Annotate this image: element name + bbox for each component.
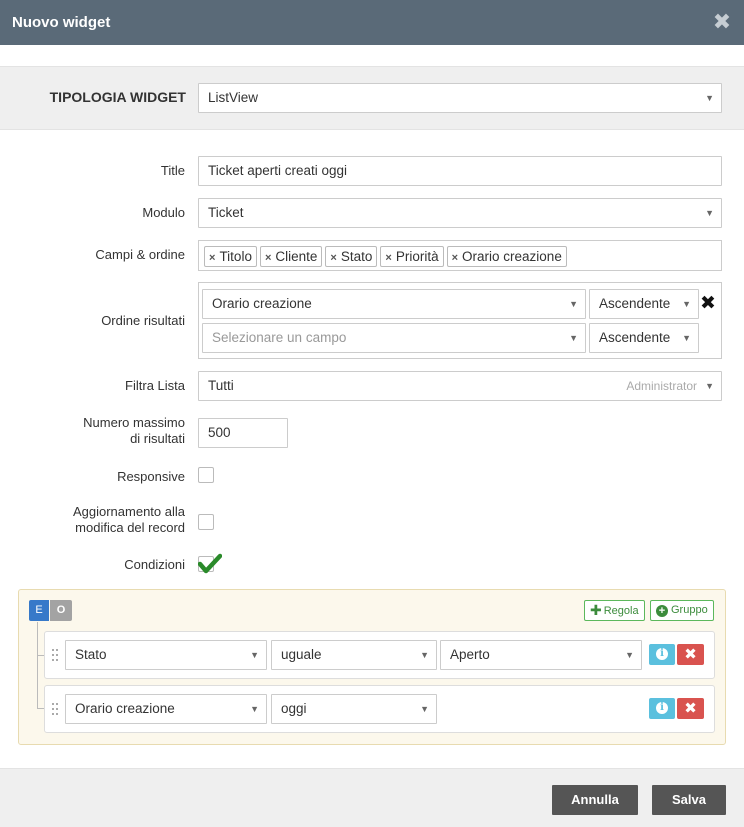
checkmark-icon (198, 553, 222, 574)
caret-down-icon: ▼ (682, 299, 691, 309)
rule-field-select[interactable]: Orario creazione ▼ (65, 694, 267, 724)
title-label: Title (160, 163, 185, 178)
tree-line (37, 622, 38, 708)
order-field-select-1[interactable]: Orario creazione ▼ (202, 289, 586, 319)
field-tag[interactable]: × Titolo (204, 246, 257, 267)
conditions-label: Condizioni (124, 557, 185, 572)
or-toggle-button[interactable]: O (50, 600, 72, 621)
info-icon: i (656, 702, 668, 714)
caret-down-icon: ▼ (705, 208, 714, 218)
caret-down-icon: ▼ (250, 650, 259, 660)
caret-down-icon: ▼ (420, 650, 429, 660)
widget-type-select[interactable]: ListView ▼ (198, 83, 722, 113)
field-tag[interactable]: × Cliente (259, 246, 323, 267)
and-toggle-button[interactable]: E (29, 600, 49, 621)
filter-label: Filtra Lista (125, 378, 185, 393)
caret-down-icon: ▼ (682, 333, 691, 343)
field-tag[interactable]: × Priorità (380, 246, 444, 267)
widget-type-label: TIPOLOGIA WIDGET (49, 89, 186, 105)
field-tag[interactable]: × Orario creazione (446, 246, 567, 267)
dialog-header: Nuovo widget ✖ (0, 0, 744, 45)
caret-down-icon: ▼ (705, 93, 714, 103)
title-input[interactable]: Ticket aperti creati oggi (198, 156, 722, 186)
caret-down-icon: ▼ (705, 381, 714, 391)
add-rule-button[interactable]: ✚ Regola (584, 600, 645, 621)
dialog-title: Nuovo widget (12, 14, 111, 31)
fields-tag-input[interactable]: × Titolo × Cliente × Stato × Priorità × Orario cr… (198, 240, 722, 271)
module-label: Modulo (142, 205, 185, 220)
order-direction-select-2[interactable]: Ascendente ▼ (589, 323, 699, 353)
order-label: Ordine risultati (101, 313, 185, 328)
x-icon[interactable]: × (385, 252, 391, 264)
save-button[interactable]: Salva (652, 785, 726, 815)
rule-field-select[interactable]: Stato ▼ (65, 640, 267, 670)
fields-label: Campi & ordine (95, 247, 185, 262)
rule-delete-button[interactable]: ✖ (677, 698, 704, 719)
plus-icon: + (656, 605, 668, 617)
rule-operator-select[interactable]: oggi ▼ (271, 694, 437, 724)
caret-down-icon: ▼ (569, 333, 578, 343)
info-icon: i (656, 648, 668, 660)
caret-down-icon: ▼ (420, 704, 429, 714)
rule-info-button[interactable]: i (649, 644, 675, 665)
module-value: Ticket (208, 205, 244, 220)
rule-value-select[interactable]: Aperto ▼ (440, 640, 642, 670)
filter-owner-hint: Administrator (626, 379, 697, 393)
update-on-edit-checkbox[interactable] (198, 514, 214, 530)
widget-type-value: ListView (208, 90, 259, 105)
x-icon[interactable]: × (330, 252, 336, 264)
x-icon: ✖ (684, 646, 697, 663)
drag-handle-icon[interactable] (52, 649, 60, 663)
title-input-value: Ticket aperti creati oggi (208, 163, 348, 178)
x-icon[interactable]: × (265, 252, 271, 264)
max-results-label: Numero massimo di risultati (83, 415, 185, 446)
caret-down-icon: ▼ (250, 704, 259, 714)
drag-handle-icon[interactable] (52, 703, 60, 717)
close-icon[interactable]: ✖ (712, 11, 732, 33)
field-tag[interactable]: × Stato (325, 246, 378, 267)
responsive-label: Responsive (117, 469, 185, 484)
plus-icon: ✚ (590, 602, 602, 618)
max-results-input[interactable]: 500 (198, 418, 288, 448)
caret-down-icon: ▼ (569, 299, 578, 309)
remove-order-icon[interactable]: ✖ (700, 294, 716, 314)
update-on-edit-label: Aggiornamento alla modifica del record (72, 504, 185, 535)
rule-operator-select[interactable]: uguale ▼ (271, 640, 437, 670)
cancel-button[interactable]: Annulla (552, 785, 638, 815)
module-select[interactable]: Ticket ▼ (198, 198, 722, 228)
add-group-button[interactable]: + Gruppo (650, 600, 714, 621)
responsive-checkbox[interactable] (198, 467, 214, 483)
x-icon[interactable]: × (209, 252, 215, 264)
rule-delete-button[interactable]: ✖ (677, 644, 704, 665)
x-icon[interactable]: × (452, 252, 458, 264)
order-field-select-2[interactable]: Selezionare un campo ▼ (202, 323, 586, 353)
rule-info-button[interactable]: i (649, 698, 675, 719)
caret-down-icon: ▼ (625, 650, 634, 660)
x-icon: ✖ (684, 700, 697, 717)
order-direction-select-1[interactable]: Ascendente ▼ (589, 289, 699, 319)
filter-select[interactable]: Tutti Administrator ▼ (198, 371, 722, 401)
